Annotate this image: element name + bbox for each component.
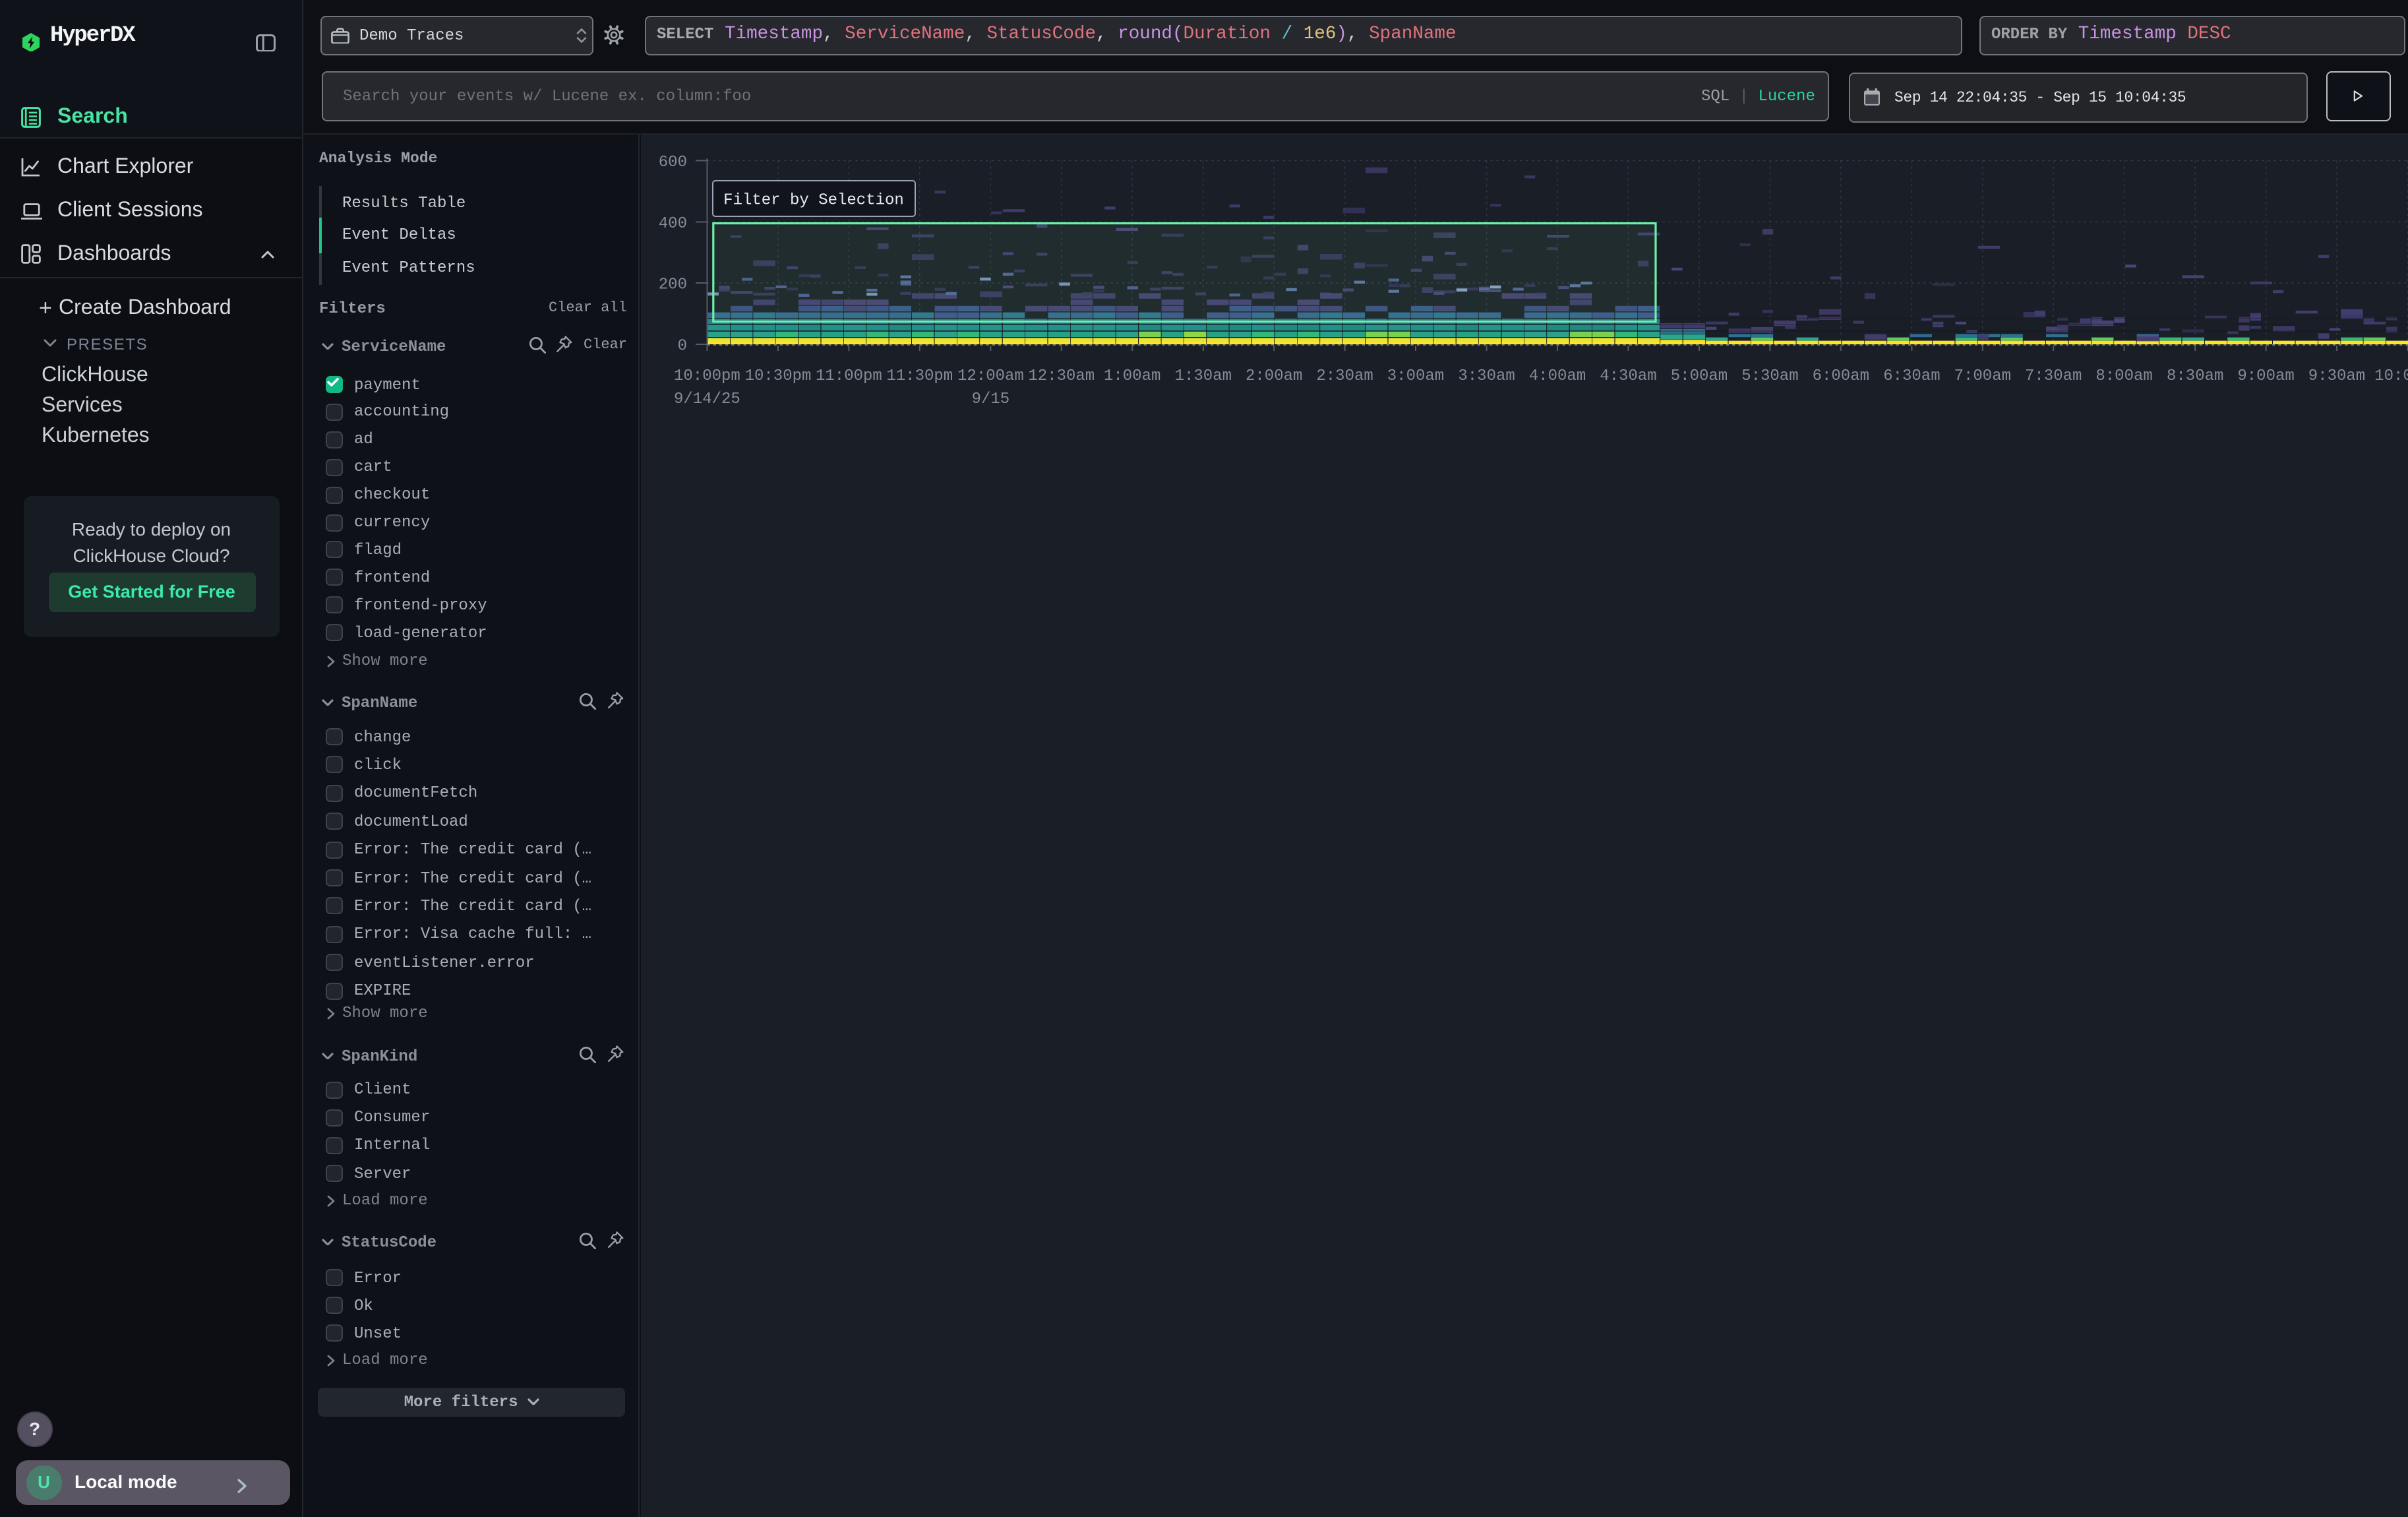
svg-text:7:00am: 7:00am — [1954, 367, 2011, 385]
svg-text:5:30am: 5:30am — [1741, 367, 1798, 385]
svg-text:6:00am: 6:00am — [1813, 367, 1869, 385]
svg-text:11:00pm: 11:00pm — [816, 367, 882, 385]
svg-text:10:00am: 10:00am — [2374, 367, 2408, 385]
svg-text:12:00am: 12:00am — [957, 367, 1024, 385]
svg-text:4:30am: 4:30am — [1600, 367, 1656, 385]
svg-text:6:30am: 6:30am — [1883, 367, 1940, 385]
svg-text:2:30am: 2:30am — [1316, 367, 1373, 385]
svg-text:9:30am: 9:30am — [2308, 367, 2365, 385]
svg-text:200: 200 — [659, 276, 687, 294]
svg-text:3:30am: 3:30am — [1458, 367, 1515, 385]
svg-text:10:30pm: 10:30pm — [745, 367, 812, 385]
svg-text:7:30am: 7:30am — [2025, 367, 2082, 385]
svg-text:8:30am: 8:30am — [2167, 367, 2223, 385]
svg-text:4:00am: 4:00am — [1529, 367, 1586, 385]
svg-text:0: 0 — [678, 337, 687, 355]
svg-text:5:00am: 5:00am — [1671, 367, 1728, 385]
svg-text:600: 600 — [659, 154, 687, 171]
svg-text:3:00am: 3:00am — [1387, 367, 1444, 385]
svg-text:8:00am: 8:00am — [2095, 367, 2152, 385]
svg-text:1:00am: 1:00am — [1104, 367, 1160, 385]
svg-text:9:00am: 9:00am — [2237, 367, 2294, 385]
svg-text:Filter by Selection: Filter by Selection — [723, 192, 904, 210]
svg-text:2:00am: 2:00am — [1246, 367, 1302, 385]
svg-text:12:30am: 12:30am — [1028, 367, 1095, 385]
svg-text:400: 400 — [659, 215, 687, 233]
svg-text:9/14/25: 9/14/25 — [674, 390, 740, 408]
svg-text:9/15: 9/15 — [972, 390, 1010, 408]
svg-text:11:30pm: 11:30pm — [886, 367, 953, 385]
svg-text:1:30am: 1:30am — [1175, 367, 1232, 385]
svg-text:10:00pm: 10:00pm — [674, 367, 740, 385]
